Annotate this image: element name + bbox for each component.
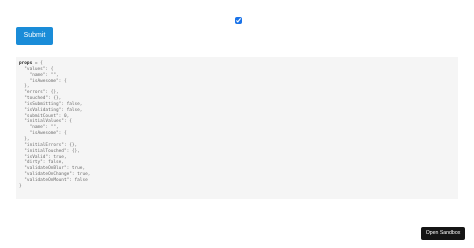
submit-button[interactable]: Submit [16, 27, 53, 45]
props-label: props [19, 61, 33, 66]
checkbox-field[interactable] [235, 11, 242, 24]
is-awesome-checkbox[interactable] [235, 17, 242, 24]
open-sandbox-button[interactable]: Open Sandbox [421, 227, 465, 240]
props-code-panel: props = { "values": { "name": "", "isAwe… [16, 57, 458, 199]
props-code-block: props = { "values": { "name": "", "isAwe… [19, 61, 455, 190]
props-code-text: = { "values": { "name": "", "isAwesome":… [19, 61, 91, 189]
